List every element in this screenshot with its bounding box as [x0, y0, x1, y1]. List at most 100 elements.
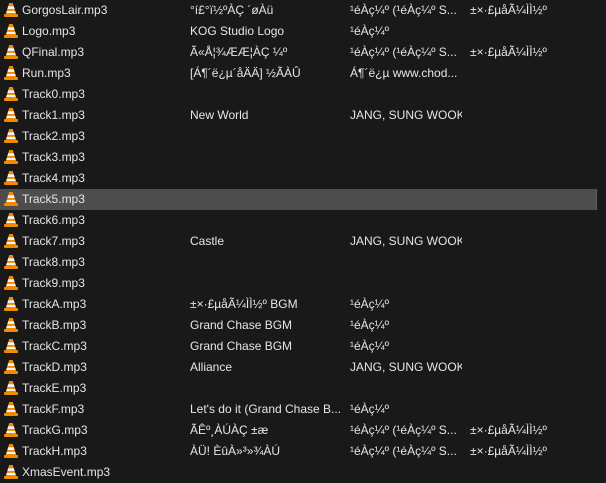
file-title: Let's do it (Grand Chase B... — [190, 402, 342, 416]
file-name: QFinal.mp3 — [22, 45, 85, 59]
vlc-cone-icon — [4, 129, 18, 143]
file-row-5[interactable]: Track0.mp3 — [0, 84, 606, 105]
vlc-cone-icon — [4, 381, 18, 395]
file-name: Run.mp3 — [22, 66, 71, 80]
vlc-cone-icon — [4, 444, 18, 458]
file-artist: JANG, SUNG WOOK — [350, 360, 462, 374]
file-row-13[interactable]: Track8.mp3 — [0, 252, 606, 273]
file-name: TrackA.mp3 — [22, 297, 87, 311]
file-album: ±×·£µåÃ¼ÌÌ½º — [470, 423, 547, 437]
file-row-18[interactable]: TrackD.mp3 Alliance JANG, SUNG WOOK — [0, 357, 606, 378]
file-title: ÀÜ! ÈûÀ»³»¾ÀÚ — [190, 444, 281, 458]
file-row-10[interactable]: Track5.mp3 — [0, 189, 597, 210]
file-artist: Á¶´ë¿µ www.chod... — [350, 66, 458, 80]
file-artist: ¹éÀç¼º (¹éÀç¼º S... — [350, 444, 457, 458]
file-title: Grand Chase BGM — [190, 339, 293, 353]
file-title: Alliance — [190, 360, 233, 374]
file-row-14[interactable]: Track9.mp3 — [0, 273, 606, 294]
file-row-4[interactable]: Run.mp3 [Á¶´ë¿µ´åÄÄ] ½ÃÀÛ Á¶´ë¿µ www.cho… — [0, 63, 606, 84]
file-artist: ¹éÀç¼º — [350, 24, 390, 38]
file-row-17[interactable]: TrackC.mp3 Grand Chase BGM ¹éÀç¼º — [0, 336, 606, 357]
file-row-15[interactable]: TrackA.mp3 ±×·£µåÃ¼ÌÌ½º BGM ¹éÀç¼º — [0, 294, 606, 315]
vlc-cone-icon — [4, 3, 18, 17]
file-name: Track6.mp3 — [22, 213, 85, 227]
file-name: Track9.mp3 — [22, 276, 85, 290]
file-artist: JANG, SUNG WOOK — [350, 234, 462, 248]
file-row-9[interactable]: Track4.mp3 — [0, 168, 606, 189]
file-name: TrackD.mp3 — [22, 360, 87, 374]
file-row-12[interactable]: Track7.mp3 Castle JANG, SUNG WOOK — [0, 231, 606, 252]
vlc-cone-icon — [4, 234, 18, 248]
file-artist: ¹éÀç¼º (¹éÀç¼º S... — [350, 423, 457, 437]
file-row-7[interactable]: Track2.mp3 — [0, 126, 606, 147]
file-name: Track4.mp3 — [22, 171, 85, 185]
file-name: Track3.mp3 — [22, 150, 85, 164]
file-album: ±×·£µåÃ¼ÌÌ½º — [470, 45, 547, 59]
file-row-22[interactable]: TrackH.mp3 ÀÜ! ÈûÀ»³»¾ÀÚ ¹éÀç¼º (¹éÀç¼º … — [0, 441, 606, 462]
selection-edge — [596, 189, 597, 210]
file-name: GorgosLair.mp3 — [22, 3, 108, 17]
file-artist: ¹éÀç¼º — [350, 402, 390, 416]
file-row-2[interactable]: Logo.mp3 KOG Studio Logo ¹éÀç¼º — [0, 21, 606, 42]
file-name: Track2.mp3 — [22, 129, 85, 143]
vlc-cone-icon — [4, 339, 18, 353]
vlc-cone-icon — [4, 297, 18, 311]
file-row-20[interactable]: TrackF.mp3 Let's do it (Grand Chase B...… — [0, 399, 606, 420]
vlc-cone-icon — [4, 87, 18, 101]
file-name: Track7.mp3 — [22, 234, 85, 248]
file-title: ±×·£µåÃ¼ÌÌ½º BGM — [190, 297, 298, 311]
file-row-6[interactable]: Track1.mp3 New World JANG, SUNG WOOK — [0, 105, 606, 126]
vlc-cone-icon — [4, 465, 18, 479]
file-name: TrackF.mp3 — [22, 402, 85, 416]
file-album: ±×·£µåÃ¼ÌÌ½º — [470, 444, 547, 458]
file-title: Ã«Å¦¾ÆÆ¦ÀÇ ¼º — [190, 45, 288, 59]
file-name: Logo.mp3 — [22, 24, 76, 38]
vlc-cone-icon — [4, 318, 18, 332]
file-row-8[interactable]: Track3.mp3 — [0, 147, 606, 168]
vlc-cone-icon — [4, 150, 18, 164]
file-name: XmasEvent.mp3 — [22, 465, 111, 479]
file-name: TrackB.mp3 — [22, 318, 87, 332]
file-title: Grand Chase BGM — [190, 318, 293, 332]
file-name: TrackE.mp3 — [22, 381, 87, 395]
vlc-cone-icon — [4, 171, 18, 185]
file-artist: ¹éÀç¼º — [350, 339, 390, 353]
file-name: Track5.mp3 — [22, 192, 85, 206]
file-title: [Á¶´ë¿µ´åÄÄ] ½ÃÀÛ — [190, 66, 301, 80]
file-title: °í£°ï½ºÀÇ ´øÀü — [190, 3, 274, 17]
file-name: Track1.mp3 — [22, 108, 85, 122]
file-artist: ¹éÀç¼º — [350, 297, 390, 311]
file-title: ÃÊº¸ÀÚÀÇ ±æ — [190, 423, 269, 437]
file-row-19[interactable]: TrackE.mp3 — [0, 378, 606, 399]
file-title: KOG Studio Logo — [190, 24, 285, 38]
file-artist: ¹éÀç¼º — [350, 318, 390, 332]
vlc-cone-icon — [4, 213, 18, 227]
vlc-cone-icon — [4, 402, 18, 416]
file-name: Track8.mp3 — [22, 255, 85, 269]
vlc-cone-icon — [4, 45, 18, 59]
file-artist: ¹éÀç¼º (¹éÀç¼º S... — [350, 3, 457, 17]
vlc-cone-icon — [4, 360, 18, 374]
file-album: ±×·£µåÃ¼ÌÌ½º — [470, 3, 547, 17]
vlc-cone-icon — [4, 66, 18, 80]
file-list[interactable]: GorgosLair.mp3 °í£°ï½ºÀÇ ´øÀü ¹éÀç¼º (¹é… — [0, 0, 606, 483]
file-row-11[interactable]: Track6.mp3 — [0, 210, 606, 231]
file-title: Castle — [190, 234, 225, 248]
vlc-cone-icon — [4, 108, 18, 122]
vlc-cone-icon — [4, 24, 18, 38]
file-row-21[interactable]: TrackG.mp3 ÃÊº¸ÀÚÀÇ ±æ ¹éÀç¼º (¹éÀç¼º S.… — [0, 420, 606, 441]
file-row-3[interactable]: QFinal.mp3 Ã«Å¦¾ÆÆ¦ÀÇ ¼º ¹éÀç¼º (¹éÀç¼º … — [0, 42, 606, 63]
file-name: TrackC.mp3 — [22, 339, 87, 353]
file-row-1[interactable]: GorgosLair.mp3 °í£°ï½ºÀÇ ´øÀü ¹éÀç¼º (¹é… — [0, 0, 606, 21]
vlc-cone-icon — [4, 192, 18, 206]
file-title: New World — [190, 108, 249, 122]
file-name: Track0.mp3 — [22, 87, 85, 101]
vlc-cone-icon — [4, 423, 18, 437]
file-artist: ¹éÀç¼º (¹éÀç¼º S... — [350, 45, 457, 59]
vlc-cone-icon — [4, 276, 18, 290]
file-name: TrackH.mp3 — [22, 444, 87, 458]
file-row-23[interactable]: XmasEvent.mp3 — [0, 462, 606, 483]
file-artist: JANG, SUNG WOOK — [350, 108, 462, 122]
file-name: TrackG.mp3 — [22, 423, 88, 437]
file-row-16[interactable]: TrackB.mp3 Grand Chase BGM ¹éÀç¼º — [0, 315, 606, 336]
